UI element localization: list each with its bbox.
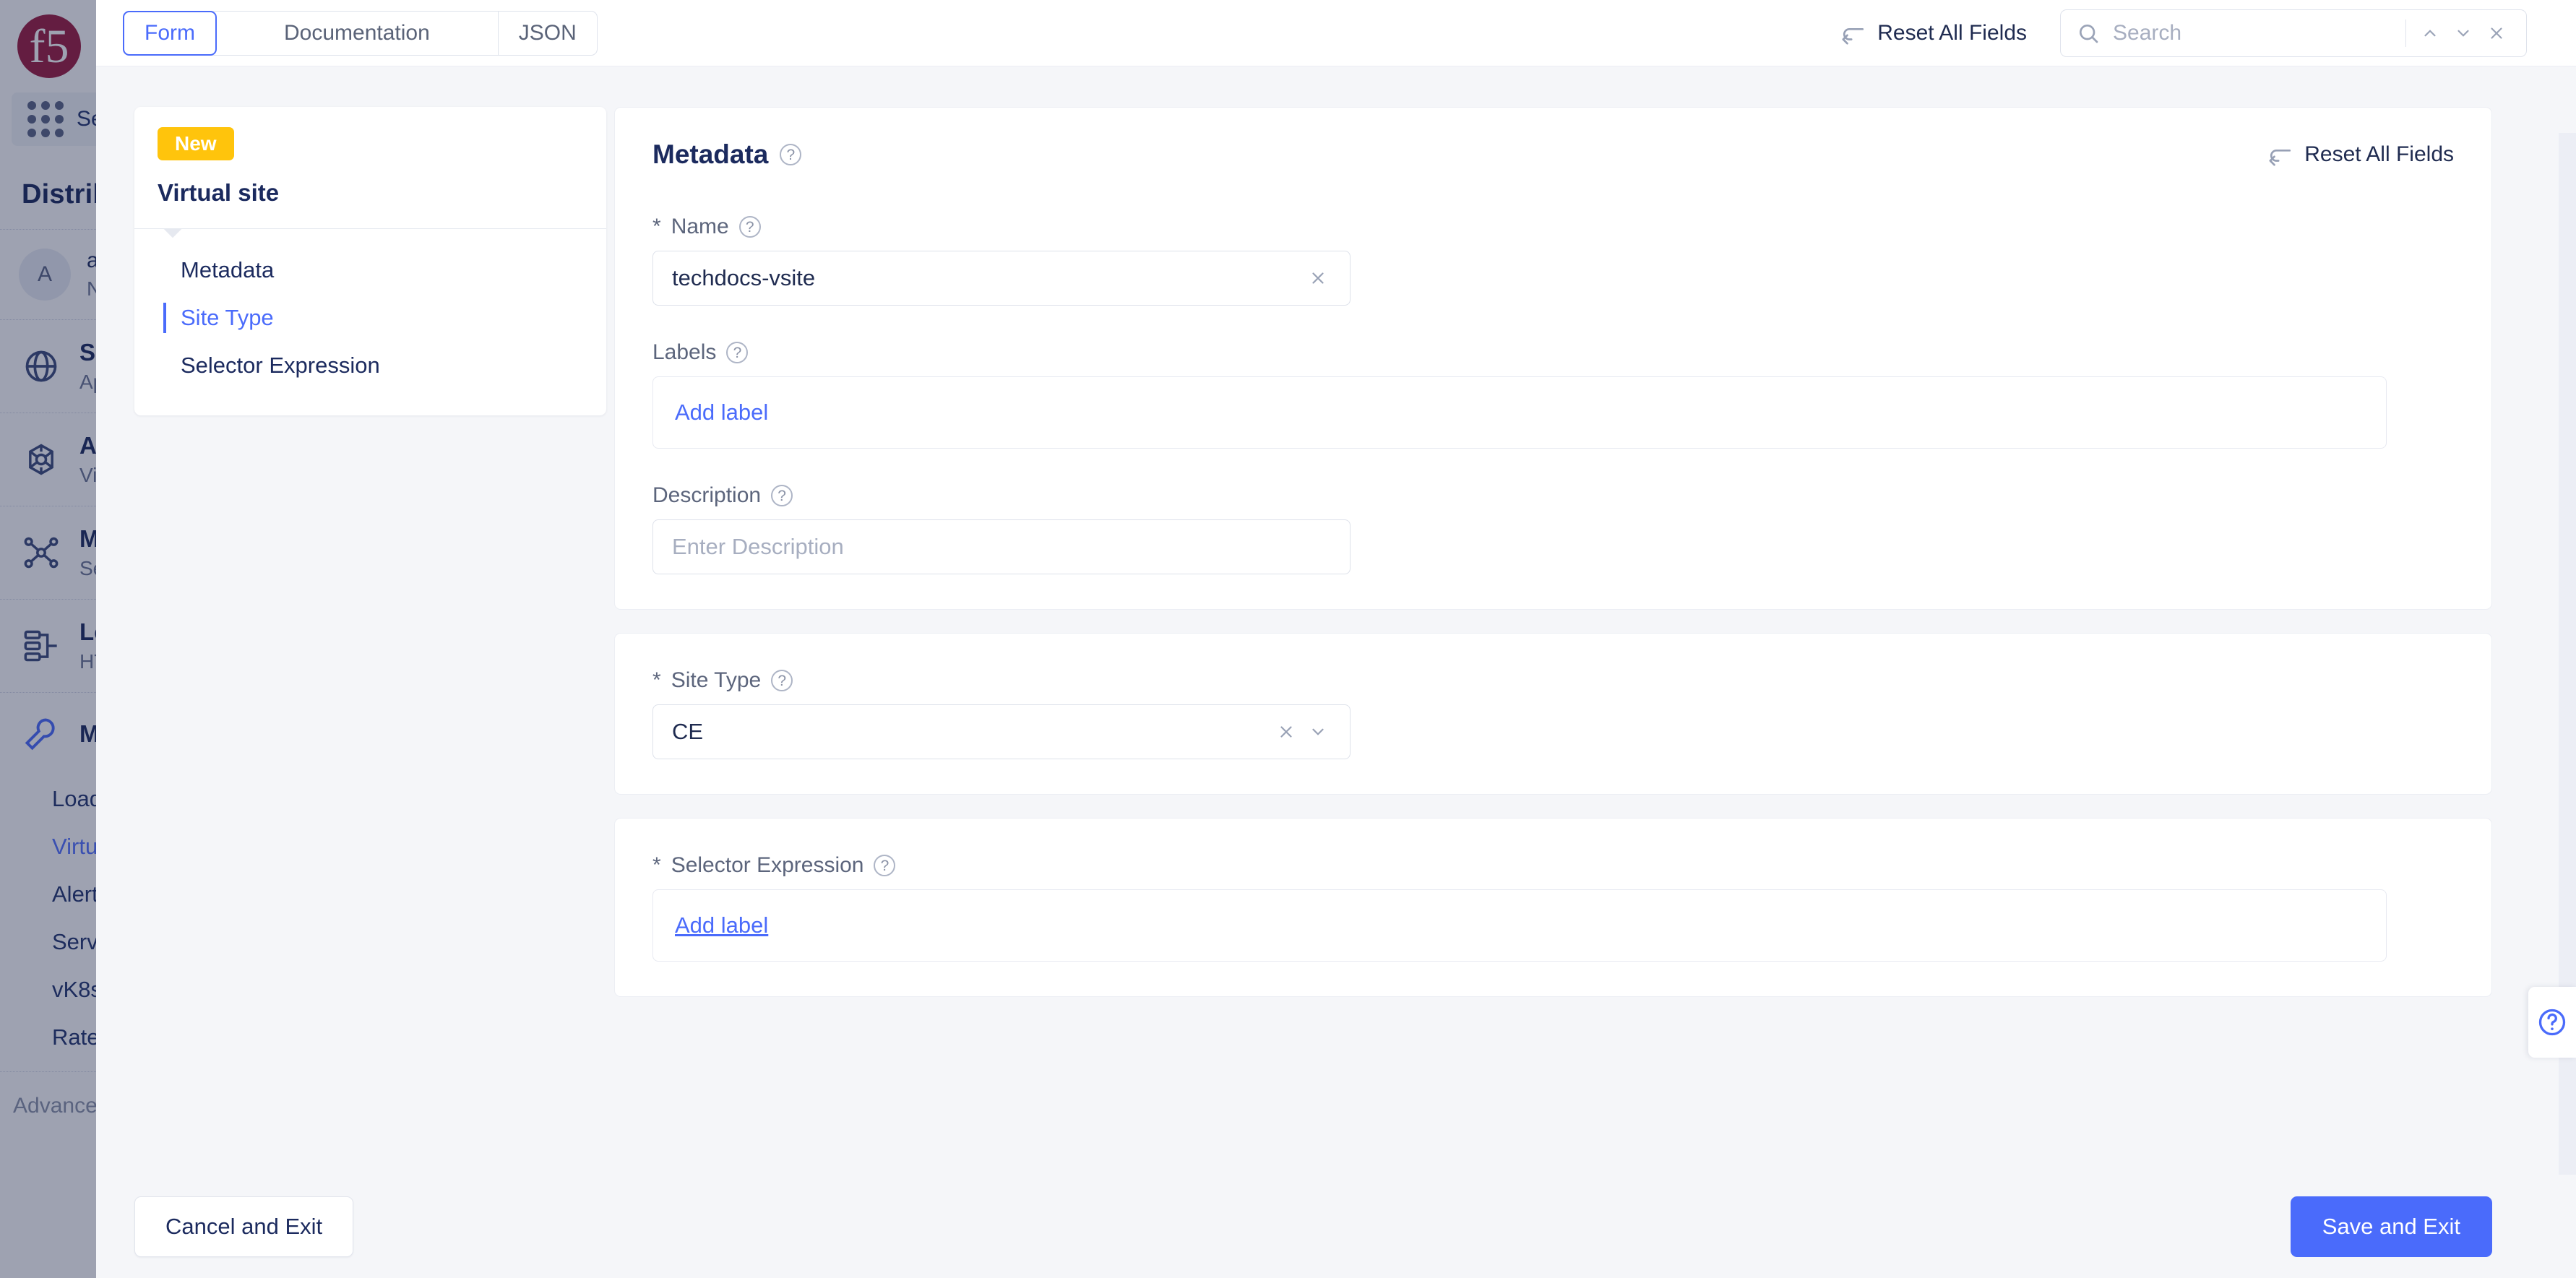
- tab-form[interactable]: Form: [123, 11, 217, 56]
- help-icon[interactable]: ?: [739, 216, 761, 238]
- required-asterisk: *: [652, 215, 661, 239]
- selector-expression-label: Selector Expression: [671, 853, 864, 878]
- nav-item-site-type[interactable]: Site Type: [134, 294, 606, 342]
- description-input-wrapper[interactable]: [652, 519, 1351, 574]
- clear-site-type-icon[interactable]: [1270, 716, 1302, 748]
- name-field-label-row: * Name ?: [652, 215, 2454, 239]
- selector-expression-field-group: * Selector Expression ? Add label: [615, 819, 2491, 996]
- wizard-nav-header: New Virtual site: [134, 107, 606, 228]
- nav-item-metadata[interactable]: Metadata: [134, 246, 606, 294]
- help-icon[interactable]: ?: [771, 670, 793, 691]
- search-box[interactable]: [2060, 9, 2527, 57]
- name-input[interactable]: [672, 265, 1302, 291]
- site-type-select-wrapper[interactable]: [652, 704, 1351, 759]
- reset-arrow-icon: [2268, 142, 2293, 167]
- site-type-field-label: Site Type: [671, 668, 762, 693]
- help-icon[interactable]: ?: [726, 342, 748, 363]
- card-reset-all-fields-button[interactable]: Reset All Fields: [2268, 142, 2454, 167]
- drawer-toolbar: Form Documentation JSON Reset All Fields: [96, 0, 2576, 66]
- page-title: Metadata: [652, 139, 768, 170]
- description-field-label-row: Description ?: [652, 483, 2454, 508]
- nav-item-selector-expression[interactable]: Selector Expression: [134, 342, 606, 389]
- selector-expression-label-row: * Selector Expression ?: [652, 853, 2454, 878]
- name-field-label: Name: [671, 215, 729, 239]
- config-drawer: Form Documentation JSON Reset All Fields: [96, 0, 2576, 1278]
- clear-name-icon[interactable]: [1302, 262, 1334, 294]
- chevron-down-icon[interactable]: [2447, 17, 2480, 50]
- form-column: Metadata ? Reset All Fields: [614, 66, 2576, 1175]
- view-mode-tabs: Form Documentation JSON: [123, 11, 598, 56]
- chevron-down-icon[interactable]: [1302, 716, 1334, 748]
- reset-arrow-icon: [1841, 21, 1866, 46]
- required-asterisk: *: [652, 668, 661, 693]
- card-reset-all-fields-label: Reset All Fields: [2304, 142, 2454, 167]
- object-type-title: Virtual site: [158, 179, 583, 207]
- add-selector-label-button[interactable]: Add label: [675, 912, 768, 938]
- labels-field-label: Labels: [652, 340, 716, 365]
- chevron-up-icon[interactable]: [2413, 17, 2447, 50]
- search-divider: [2405, 20, 2406, 47]
- description-input[interactable]: [672, 534, 1334, 560]
- description-field-group: Description ?: [615, 449, 2491, 609]
- save-and-exit-button[interactable]: Save and Exit: [2291, 1196, 2492, 1257]
- site-type-card: * Site Type ?: [614, 633, 2492, 795]
- help-fab-button[interactable]: [2528, 987, 2576, 1058]
- metadata-card: Metadata ? Reset All Fields: [614, 107, 2492, 610]
- labels-field-group: Labels ? Add label: [615, 306, 2491, 449]
- wizard-step-list: Metadata Site Type Selector Expression: [134, 229, 606, 415]
- close-icon[interactable]: [2480, 17, 2513, 50]
- nav-divider: [134, 228, 606, 229]
- site-type-field-group: * Site Type ?: [615, 634, 2491, 794]
- tab-documentation[interactable]: Documentation: [216, 12, 498, 55]
- drawer-footer: Cancel and Exit Save and Exit: [96, 1175, 2576, 1278]
- required-asterisk: *: [652, 853, 661, 878]
- search-input[interactable]: [2100, 21, 2398, 46]
- help-icon[interactable]: ?: [874, 855, 895, 876]
- help-icon[interactable]: ?: [780, 144, 801, 165]
- site-type-field-label-row: * Site Type ?: [652, 668, 2454, 693]
- name-field-group: * Name ?: [615, 180, 2491, 306]
- selector-expression-card: * Selector Expression ? Add label: [614, 818, 2492, 997]
- description-field-label: Description: [652, 483, 761, 508]
- metadata-card-header: Metadata ? Reset All Fields: [615, 108, 2491, 180]
- tab-json[interactable]: JSON: [498, 12, 597, 55]
- wizard-nav-card: New Virtual site Metadata Site Type Sele…: [134, 107, 606, 415]
- status-badge: New: [158, 127, 234, 160]
- site-type-select-value[interactable]: [672, 719, 1270, 745]
- cancel-and-exit-button[interactable]: Cancel and Exit: [134, 1196, 353, 1257]
- search-icon: [2077, 22, 2100, 45]
- selector-expression-box: Add label: [652, 889, 2387, 962]
- wizard-nav-column: New Virtual site Metadata Site Type Sele…: [96, 66, 614, 1175]
- labels-box: Add label: [652, 376, 2387, 449]
- labels-field-label-row: Labels ?: [652, 340, 2454, 365]
- add-label-button[interactable]: Add label: [675, 400, 768, 426]
- name-input-wrapper[interactable]: [652, 251, 1351, 306]
- reset-all-fields-button[interactable]: Reset All Fields: [1841, 21, 2027, 46]
- help-icon[interactable]: ?: [771, 485, 793, 506]
- reset-all-fields-label: Reset All Fields: [1877, 21, 2027, 46]
- drawer-body: New Virtual site Metadata Site Type Sele…: [96, 66, 2576, 1175]
- help-circle-icon: [2536, 1006, 2568, 1038]
